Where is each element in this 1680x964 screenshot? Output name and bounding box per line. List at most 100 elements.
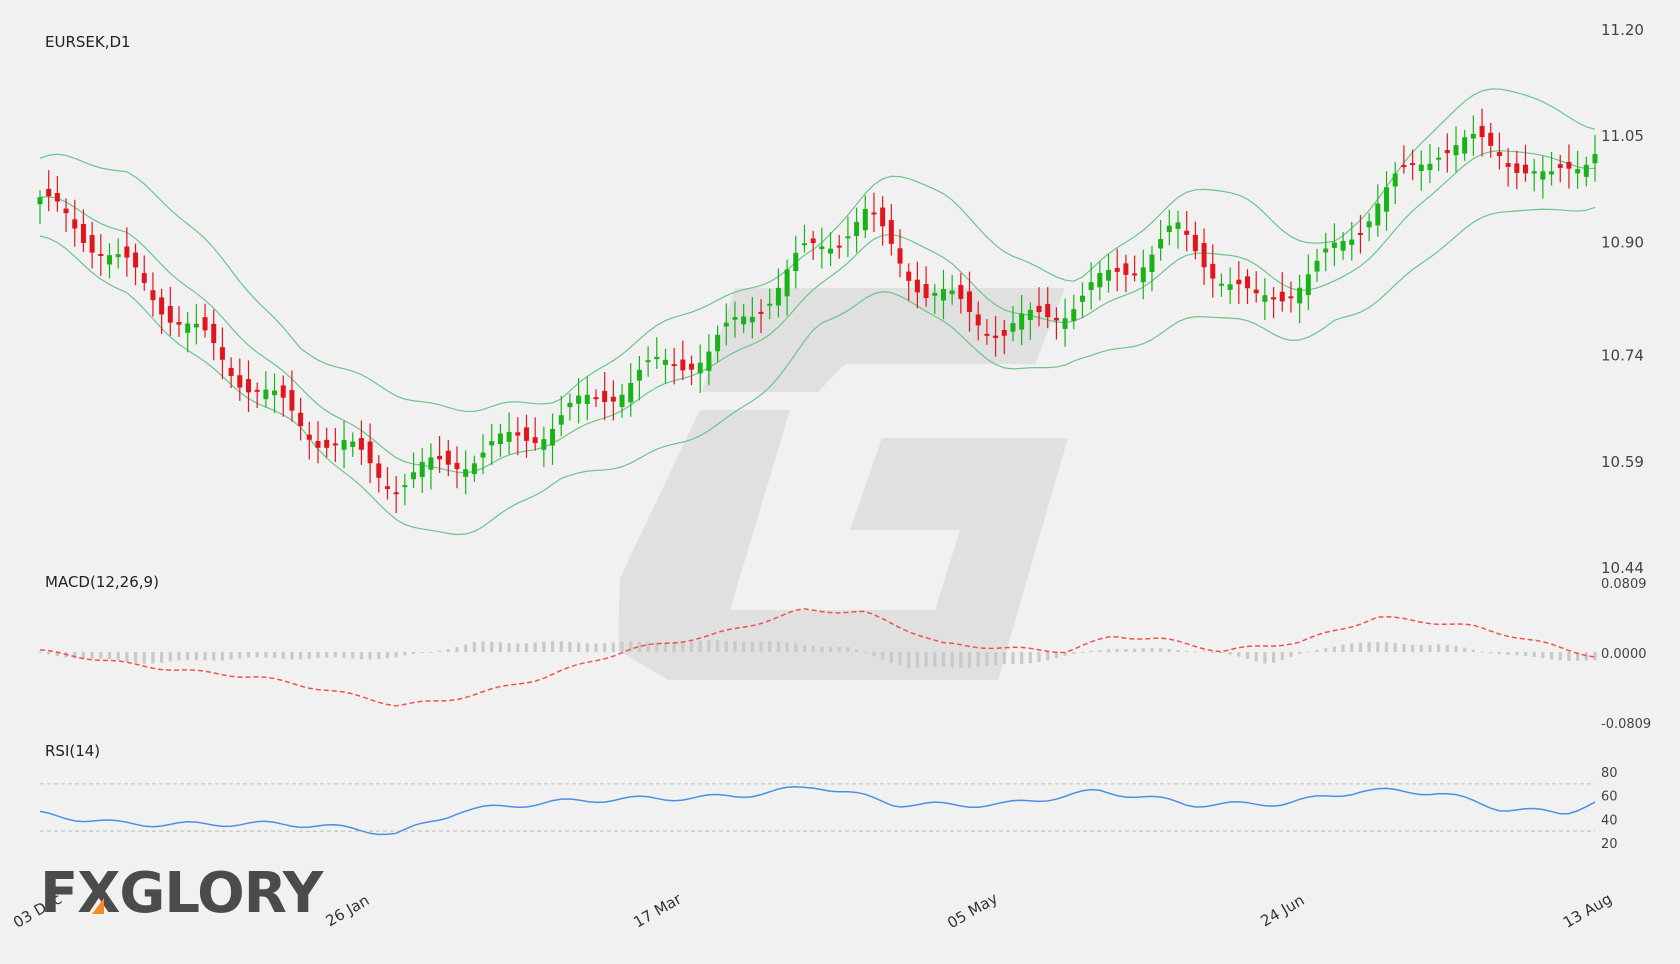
- candle-body: [341, 440, 347, 450]
- watermark-top-shape: [702, 288, 1065, 392]
- macd-histogram-bar: [950, 652, 954, 668]
- macd-histogram-bar: [1341, 644, 1345, 652]
- price-y-tick-label: 11.05: [1601, 127, 1644, 145]
- date-tick-label: 17 Mar: [630, 889, 685, 931]
- candle-body: [975, 314, 981, 326]
- candle-body: [98, 254, 104, 257]
- candle-body: [862, 208, 868, 231]
- candle-body: [1271, 297, 1277, 300]
- price-y-tick-label: 11.20: [1601, 21, 1644, 39]
- candle-body: [1331, 242, 1337, 248]
- candle-body: [1357, 232, 1363, 235]
- fxglory-logo-text: FXGLORY: [40, 861, 325, 926]
- candle-body: [350, 441, 356, 447]
- macd-histogram-bar: [1020, 652, 1024, 664]
- candle-body: [80, 223, 86, 244]
- candle-body: [219, 347, 225, 360]
- macd-histogram-bar: [820, 646, 824, 652]
- macd-histogram-bar: [594, 643, 598, 652]
- macd-histogram-bar: [498, 642, 503, 652]
- candle-body: [167, 306, 173, 323]
- macd-histogram-bar: [611, 642, 615, 652]
- macd-histogram-bar: [1306, 651, 1310, 653]
- macd-histogram-bar: [81, 652, 86, 659]
- rsi-y-tick-label: 80: [1601, 766, 1618, 781]
- candle-body: [689, 363, 695, 370]
- candle-body: [706, 351, 712, 371]
- candle-body: [1158, 239, 1164, 249]
- candle-body: [671, 364, 677, 367]
- macd-histogram-bar: [333, 652, 337, 658]
- macd-histogram-bar: [1549, 652, 1554, 660]
- macd-histogram-bar: [776, 641, 781, 652]
- candle-body: [1149, 254, 1155, 272]
- candle-body: [567, 402, 573, 408]
- candle-body: [793, 252, 799, 272]
- macd-histogram-bar: [1167, 649, 1171, 652]
- candle-body: [1366, 221, 1372, 228]
- candle-body: [810, 238, 816, 244]
- macd-histogram-bar: [377, 652, 381, 659]
- macd-histogram-bar: [1159, 648, 1163, 652]
- candle-body: [89, 235, 95, 253]
- candle-body: [775, 287, 781, 306]
- candle-body: [854, 221, 860, 237]
- date-tick-label: 05 May: [944, 889, 1001, 932]
- candle-body: [445, 450, 451, 465]
- macd-histogram-bar: [1584, 652, 1588, 661]
- macd-histogram-bar: [1141, 648, 1145, 652]
- macd-histogram-bar: [698, 640, 702, 652]
- candle-body: [1340, 240, 1346, 251]
- macd-histogram-bar: [881, 652, 885, 660]
- candle-body: [923, 283, 929, 299]
- candle-body: [610, 396, 616, 402]
- candle-body: [1227, 284, 1233, 290]
- macd-histogram-bar: [924, 652, 928, 668]
- candle-body: [1071, 309, 1077, 321]
- candle-body: [1062, 318, 1068, 329]
- candle-body: [1505, 163, 1511, 167]
- candle-body: [1132, 273, 1138, 276]
- candle-body: [185, 323, 191, 333]
- candle-body: [376, 463, 382, 478]
- macd-histogram-bar: [1437, 644, 1441, 652]
- candle-body: [193, 323, 199, 328]
- macd-histogram-bar: [142, 652, 146, 664]
- candle-body: [1218, 283, 1224, 286]
- candle-body: [654, 356, 660, 360]
- macd-histogram-bar: [238, 652, 242, 659]
- candle-body: [1045, 303, 1051, 318]
- macd-histogram-bar: [872, 652, 876, 657]
- macd-title: MACD(12,26,9): [45, 573, 159, 591]
- candle-body: [1019, 313, 1025, 330]
- candle-body: [967, 291, 973, 312]
- candle-body: [411, 472, 417, 480]
- macd-histogram-bar: [472, 642, 476, 652]
- macd-histogram-bar: [1002, 652, 1006, 665]
- rsi-line: [39, 786, 1596, 836]
- candle-body: [211, 323, 217, 344]
- price-y-tick-label: 10.44: [1601, 559, 1644, 577]
- macd-histogram-bar: [1263, 652, 1267, 664]
- candle-body: [801, 243, 807, 246]
- candle-body: [228, 367, 234, 377]
- macd-histogram-bar: [160, 652, 164, 663]
- candle-body: [593, 397, 599, 400]
- macd-histogram-bar: [985, 652, 989, 667]
- macd-histogram-bar: [1228, 652, 1232, 655]
- candle-body: [914, 279, 920, 293]
- candle-body: [828, 248, 834, 254]
- candle-body: [871, 212, 877, 215]
- candle-body: [523, 427, 529, 441]
- macd-histogram-bar: [533, 642, 537, 652]
- macd-histogram-bar: [1089, 650, 1093, 652]
- candle-body: [1079, 295, 1085, 302]
- candle-body: [358, 438, 364, 450]
- watermark-bottom-shape: [618, 410, 1068, 680]
- watermark-layer: [618, 288, 1068, 680]
- macd-histogram-bar: [38, 652, 42, 654]
- macd-histogram-bar: [681, 642, 685, 652]
- candle-body: [662, 359, 668, 365]
- candle-body: [576, 395, 582, 404]
- candle-body: [107, 255, 112, 265]
